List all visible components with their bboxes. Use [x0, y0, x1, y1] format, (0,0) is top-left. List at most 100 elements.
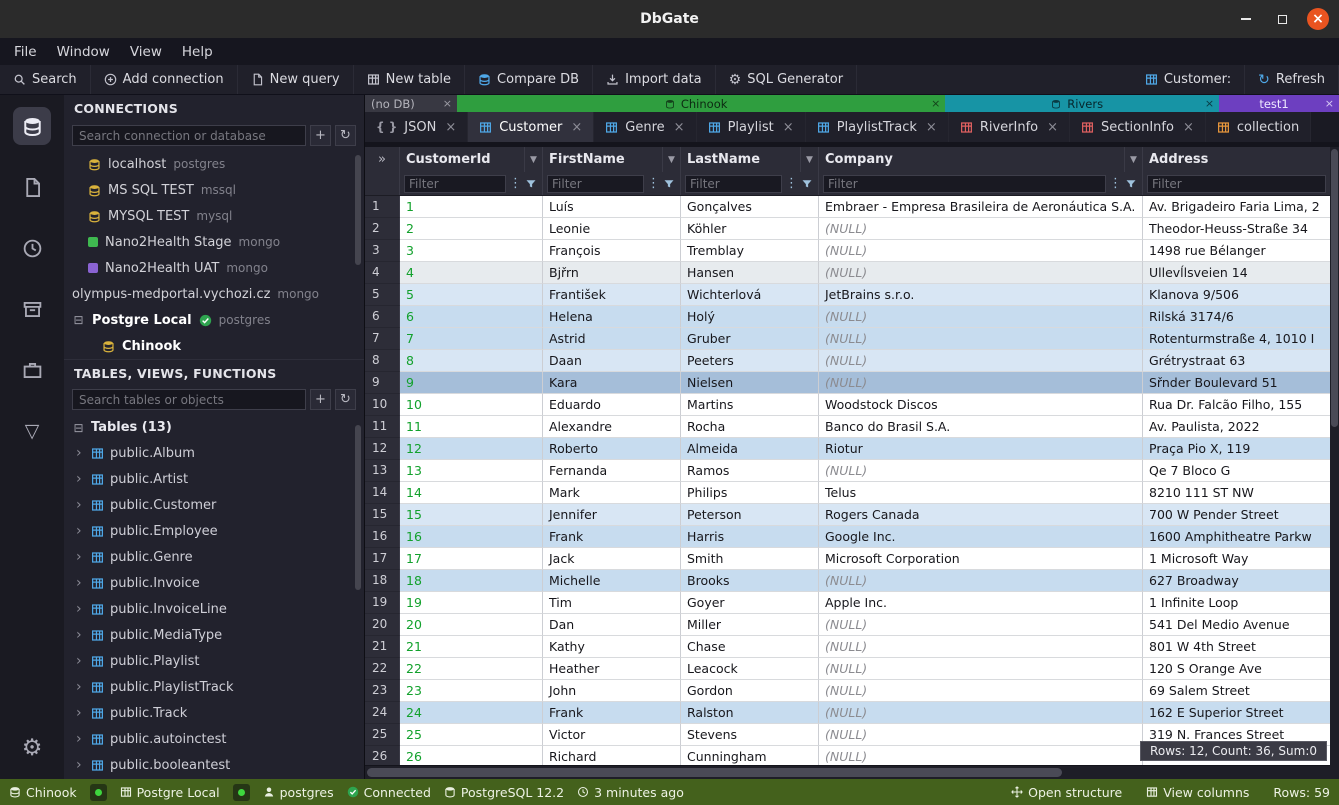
- cell-customerid[interactable]: 3: [400, 240, 543, 262]
- menu-view[interactable]: View: [120, 44, 172, 60]
- cell-address[interactable]: 1 Microsoft Way: [1143, 548, 1330, 570]
- new-query-button[interactable]: New query: [238, 65, 354, 94]
- close-icon[interactable]: ×: [1047, 120, 1058, 135]
- cell-company[interactable]: (NULL): [819, 306, 1143, 328]
- sidebar-table-item[interactable]: › public.Invoice: [64, 570, 364, 596]
- row-number[interactable]: 1: [365, 196, 400, 218]
- filter-funnel-icon[interactable]: [1125, 178, 1138, 190]
- cell-customerid[interactable]: 21: [400, 636, 543, 658]
- minimize-button[interactable]: [1235, 8, 1257, 30]
- row-number[interactable]: 18: [365, 570, 400, 592]
- table-row[interactable]: 10 10 Eduardo Martins Woodstock Discos R…: [365, 394, 1330, 416]
- cell-lastname[interactable]: Stevens: [681, 724, 819, 746]
- cell-lastname[interactable]: Martins: [681, 394, 819, 416]
- row-number[interactable]: 13: [365, 460, 400, 482]
- row-number[interactable]: 16: [365, 526, 400, 548]
- table-row[interactable]: 18 18 Michelle Brooks (NULL) 627 Broadwa…: [365, 570, 1330, 592]
- vertical-scrollbar[interactable]: [1330, 147, 1339, 779]
- cell-firstname[interactable]: Victor: [543, 724, 681, 746]
- cell-customerid[interactable]: 12: [400, 438, 543, 460]
- view-columns-button[interactable]: View columns: [1146, 785, 1249, 800]
- column-header-lastname[interactable]: LastName ▼: [681, 147, 819, 172]
- cell-lastname[interactable]: Nielsen: [681, 372, 819, 394]
- statusbar-last-refresh[interactable]: 3 minutes ago: [577, 785, 684, 800]
- cell-firstname[interactable]: Astrid: [543, 328, 681, 350]
- row-number[interactable]: 19: [365, 592, 400, 614]
- current-tab-button[interactable]: Customer:: [1132, 65, 1245, 94]
- cell-company[interactable]: (NULL): [819, 218, 1143, 240]
- add-connection-icon-button[interactable]: +: [310, 125, 331, 146]
- row-number[interactable]: 2: [365, 218, 400, 240]
- cell-company[interactable]: (NULL): [819, 460, 1143, 482]
- compare-db-button[interactable]: Compare DB: [465, 65, 593, 94]
- cell-address[interactable]: Grétrystraat 63: [1143, 350, 1330, 372]
- connection-item-mysql[interactable]: MYSQL TEST mysql: [64, 203, 364, 229]
- cell-firstname[interactable]: Tim: [543, 592, 681, 614]
- chevron-right-icon[interactable]: ›: [76, 549, 85, 565]
- column-header-firstname[interactable]: FirstName ▼: [543, 147, 681, 172]
- cell-firstname[interactable]: François: [543, 240, 681, 262]
- cell-firstname[interactable]: Richard: [543, 746, 681, 765]
- cell-address[interactable]: 1498 rue Bélanger: [1143, 240, 1330, 262]
- menu-help[interactable]: Help: [172, 44, 223, 60]
- tab-customer[interactable]: Customer ×: [468, 112, 594, 142]
- cell-customerid[interactable]: 18: [400, 570, 543, 592]
- add-table-icon-button[interactable]: +: [310, 389, 331, 410]
- row-number[interactable]: 14: [365, 482, 400, 504]
- filter-funnel-icon[interactable]: [525, 178, 538, 190]
- close-icon[interactable]: ×: [443, 97, 452, 110]
- row-number[interactable]: 26: [365, 746, 400, 765]
- chevron-right-icon[interactable]: ›: [76, 497, 85, 513]
- cell-company[interactable]: (NULL): [819, 680, 1143, 702]
- cell-company[interactable]: (NULL): [819, 262, 1143, 284]
- cell-customerid[interactable]: 11: [400, 416, 543, 438]
- chevron-right-icon[interactable]: ›: [76, 575, 85, 591]
- row-number[interactable]: 12: [365, 438, 400, 460]
- tab-riverinfo[interactable]: RiverInfo ×: [949, 112, 1070, 142]
- close-icon[interactable]: ×: [931, 97, 940, 110]
- table-row[interactable]: 12 12 Roberto Almeida Riotur Praça Pio X…: [365, 438, 1330, 460]
- column-header-address[interactable]: Address: [1143, 147, 1330, 172]
- row-number[interactable]: 10: [365, 394, 400, 416]
- import-data-button[interactable]: Import data: [593, 65, 716, 94]
- cell-firstname[interactable]: Heather: [543, 658, 681, 680]
- row-number[interactable]: 20: [365, 614, 400, 636]
- column-dropdown-icon[interactable]: ▼: [524, 147, 542, 172]
- refresh-button[interactable]: ↻ Refresh: [1245, 65, 1339, 94]
- chevron-right-icon[interactable]: ›: [76, 445, 85, 461]
- cell-firstname[interactable]: Daan: [543, 350, 681, 372]
- settings-gear-icon[interactable]: ⚙: [13, 729, 51, 767]
- cell-lastname[interactable]: Ramos: [681, 460, 819, 482]
- cell-address[interactable]: Qe 7 Bloco G: [1143, 460, 1330, 482]
- sidebar-table-item[interactable]: › public.booleantest: [64, 752, 364, 778]
- cell-firstname[interactable]: Bjřrn: [543, 262, 681, 284]
- table-row[interactable]: 24 24 Frank Ralston (NULL) 162 E Superio…: [365, 702, 1330, 724]
- row-number[interactable]: 4: [365, 262, 400, 284]
- close-button[interactable]: ×: [1307, 8, 1329, 30]
- cell-firstname[interactable]: Leonie: [543, 218, 681, 240]
- table-row[interactable]: 1 1 Luís Gonçalves Embraer - Empresa Bra…: [365, 196, 1330, 218]
- statusbar-connection[interactable]: Postgre Local: [120, 785, 220, 800]
- cell-lastname[interactable]: Almeida: [681, 438, 819, 460]
- cell-customerid[interactable]: 14: [400, 482, 543, 504]
- dots-menu-icon[interactable]: ⋮: [509, 177, 522, 190]
- table-row[interactable]: 23 23 John Gordon (NULL) 69 Salem Street: [365, 680, 1330, 702]
- connection-item-localhost[interactable]: localhost postgres: [64, 151, 364, 177]
- close-icon[interactable]: ×: [783, 120, 794, 135]
- vertical-scrollbar-thumb[interactable]: [1331, 149, 1338, 427]
- cell-address[interactable]: Sřnder Boulevard 51: [1143, 372, 1330, 394]
- nav-database-icon[interactable]: [13, 107, 51, 145]
- row-number[interactable]: 8: [365, 350, 400, 372]
- sidebar-table-item[interactable]: › public.Track: [64, 700, 364, 726]
- connection-item-mssql[interactable]: MS SQL TEST mssql: [64, 177, 364, 203]
- table-row[interactable]: 17 17 Jack Smith Microsoft Corporation 1…: [365, 548, 1330, 570]
- cell-company[interactable]: Woodstock Discos: [819, 394, 1143, 416]
- cell-lastname[interactable]: Gonçalves: [681, 196, 819, 218]
- row-number[interactable]: 11: [365, 416, 400, 438]
- cell-lastname[interactable]: Gruber: [681, 328, 819, 350]
- table-row[interactable]: 14 14 Mark Philips Telus 8210 111 ST NW: [365, 482, 1330, 504]
- row-number[interactable]: 3: [365, 240, 400, 262]
- cell-company[interactable]: Banco do Brasil S.A.: [819, 416, 1143, 438]
- cell-customerid[interactable]: 5: [400, 284, 543, 306]
- cell-lastname[interactable]: Brooks: [681, 570, 819, 592]
